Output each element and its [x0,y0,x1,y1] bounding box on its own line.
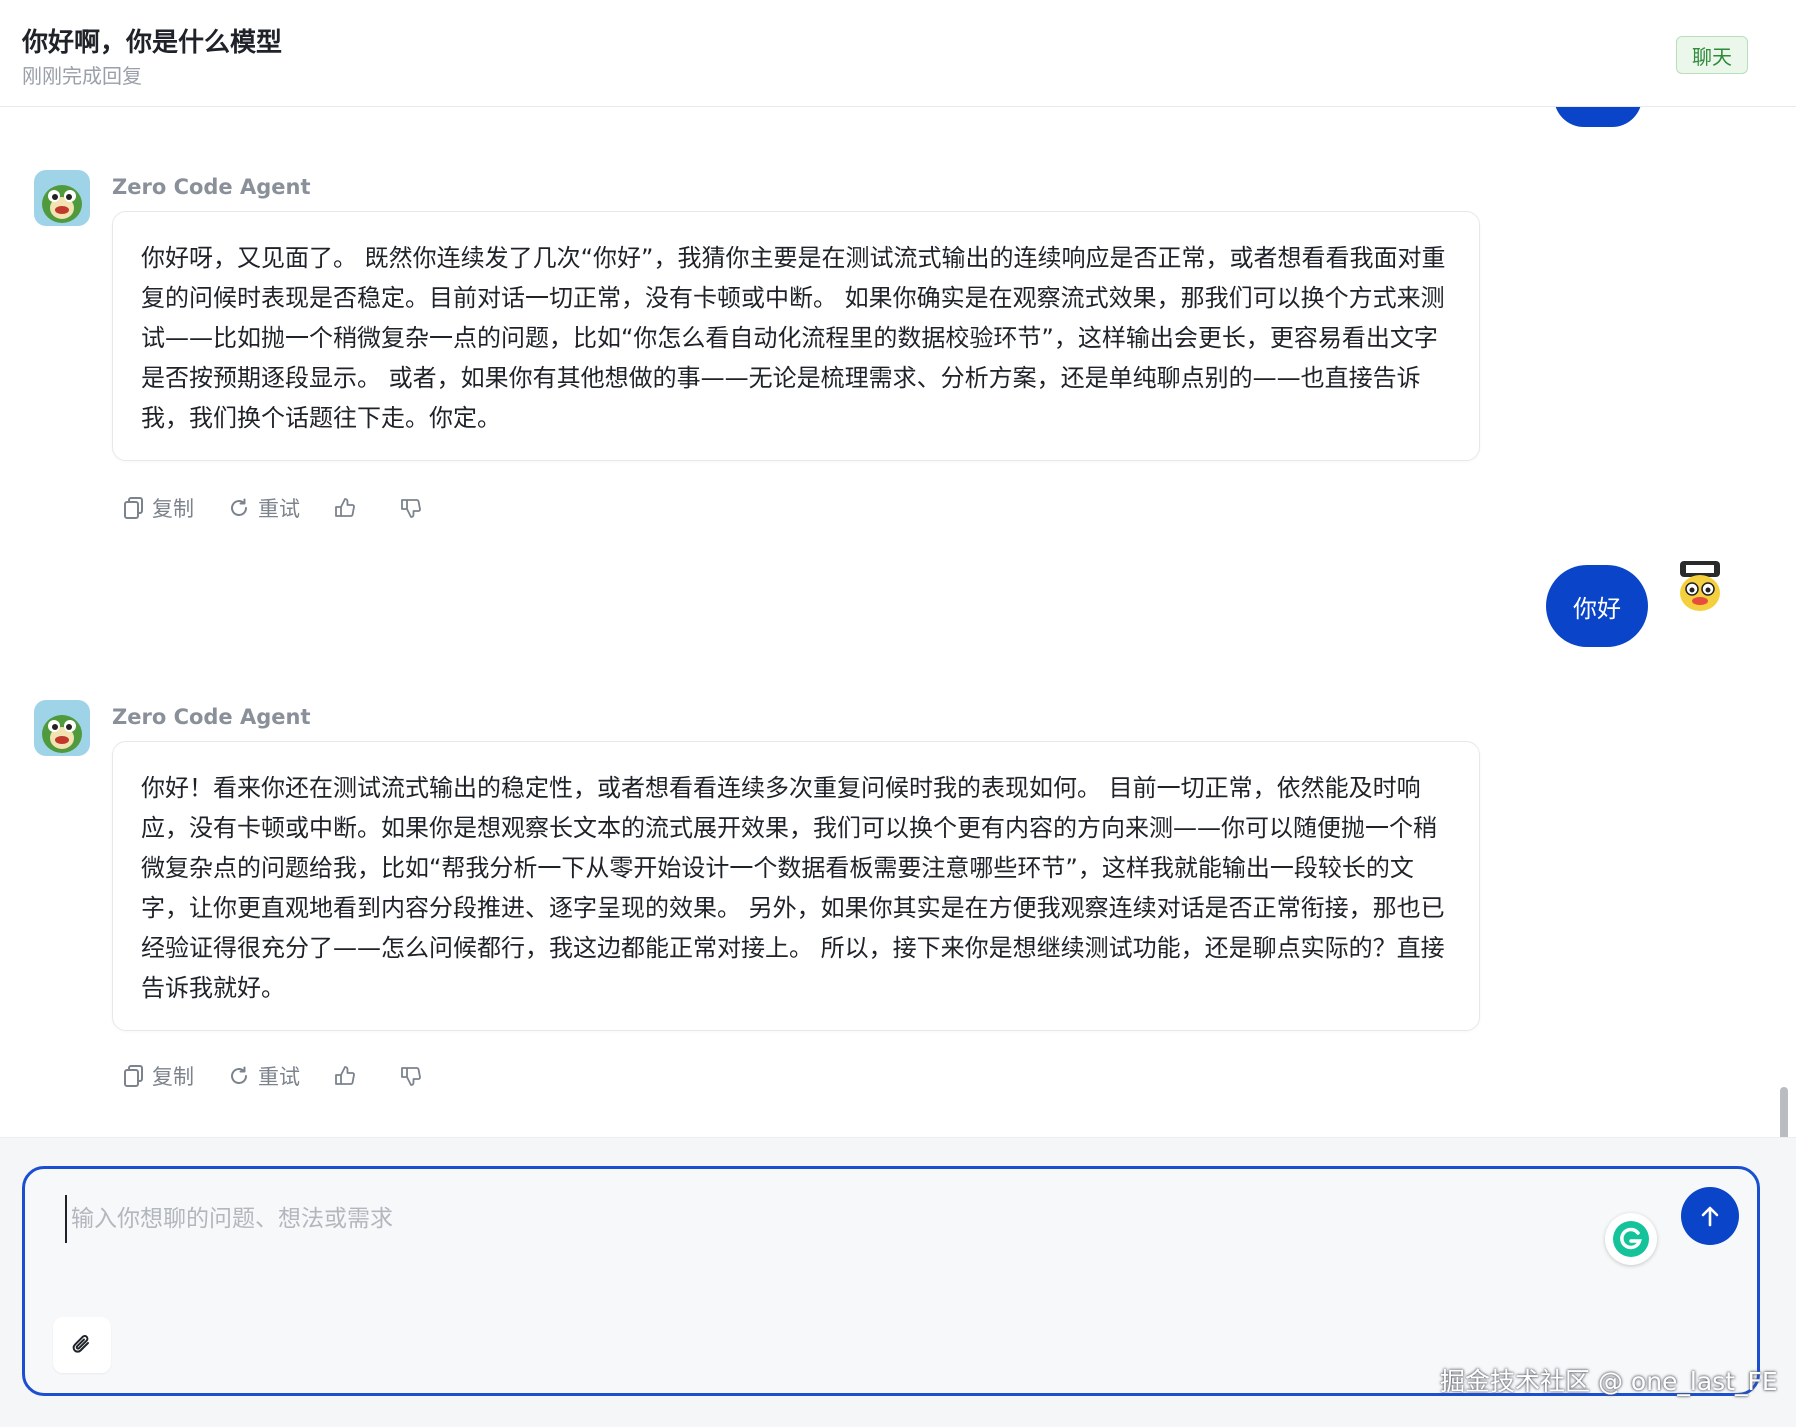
dislike-button[interactable] [400,1065,430,1087]
grammarly-icon [1613,1221,1649,1257]
copy-button[interactable]: 复制 [124,493,194,523]
copy-label: 复制 [152,497,194,521]
like-button[interactable] [334,497,364,519]
paperclip-icon [72,1335,89,1353]
send-button[interactable] [1681,1187,1739,1245]
assistant-message-text: 你好呀，又见面了。 既然你连续发了几次“你好”，我猜你主要是在测试流式输出的连续… [141,244,1446,432]
scrollbar-thumb[interactable] [1780,1087,1788,1137]
thumbs-up-icon [335,1066,355,1085]
user-message-text: 你好 [1573,594,1621,623]
grammarly-button[interactable] [1605,1213,1657,1265]
user-message-bubble-partial [1554,107,1642,127]
chat-app: 你好啊，你是什么模型 刚刚完成回复 聊天 Zero Code Agent 你好呀… [0,0,1796,1427]
copy-label: 复制 [152,1065,194,1089]
retry-label: 重试 [258,1065,300,1089]
conversation-status: 刚刚完成回复 [22,64,142,88]
retry-button[interactable]: 重试 [228,493,300,523]
chat-mode-badge[interactable]: 聊天 [1676,36,1748,74]
thumbs-down-icon [401,1067,421,1086]
dislike-button[interactable] [400,497,430,519]
arrow-up-icon [1701,1206,1719,1227]
message-actions: 复制 重试 [124,491,466,525]
assistant-message-card: 你好！看来你还在测试流式输出的稳定性，或者想看看连续多次重复问候时我的表现如何。… [112,741,1480,1031]
agent-avatar [34,170,90,226]
conversation-title: 你好啊，你是什么模型 [22,28,283,58]
message-actions: 复制 重试 [124,1059,466,1093]
refresh-icon [231,1066,247,1084]
assistant-message-card: 你好呀，又见面了。 既然你连续发了几次“你好”，我猜你主要是在测试流式输出的连续… [112,211,1480,461]
agent-name: Zero Code Agent [112,175,311,199]
user-message-bubble: 你好 [1546,565,1648,647]
agent-name: Zero Code Agent [112,705,311,729]
assistant-message-text: 你好！看来你还在测试流式输出的稳定性，或者想看看连续多次重复问候时我的表现如何。… [141,774,1445,1002]
thumbs-down-icon [401,499,421,518]
retry-label: 重试 [258,497,300,521]
message-input[interactable] [65,1195,1573,1243]
copy-icon [124,1065,143,1087]
like-button[interactable] [334,1065,364,1087]
refresh-icon [231,498,247,516]
retry-button[interactable]: 重试 [228,1061,300,1091]
user-avatar [1672,559,1728,615]
copy-icon [124,497,143,519]
copy-button[interactable]: 复制 [124,1061,194,1091]
thumbs-up-icon [335,498,355,517]
chat-header: 你好啊，你是什么模型 刚刚完成回复 聊天 [0,0,1796,107]
watermark: 掘金技术社区 @ one_last_FE [1440,1367,1778,1396]
attach-button[interactable] [53,1317,111,1373]
message-list[interactable]: Zero Code Agent 你好呀，又见面了。 既然你连续发了几次“你好”，… [0,107,1796,1137]
agent-avatar [34,700,90,756]
